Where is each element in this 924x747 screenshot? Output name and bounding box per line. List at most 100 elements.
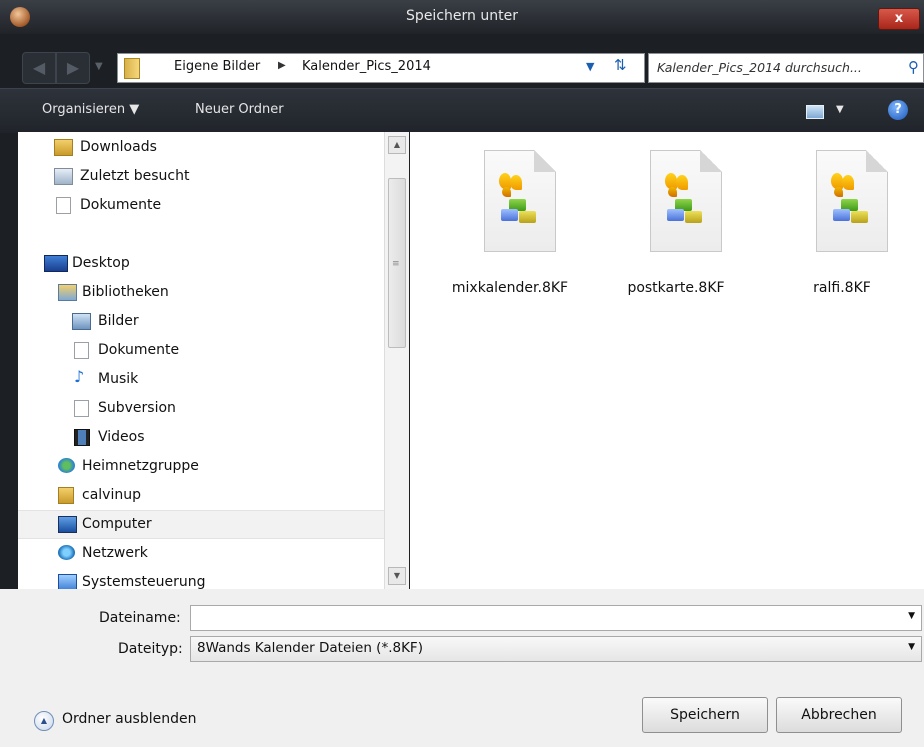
file-list-pane: mixkalender.8KF postkarte.8KF ralfi.8KF (410, 132, 924, 589)
navigation-pane: Downloads Zuletzt besucht Dokumente Desk… (18, 132, 384, 589)
8kf-file-icon (650, 150, 722, 252)
document-icon (74, 400, 89, 417)
chevron-down-icon: ▼ (129, 102, 140, 117)
command-toolbar: Organisieren ▼ Neuer Ordner ▼ ? (0, 88, 924, 133)
nav-item-subversion[interactable]: Subversion (18, 395, 384, 422)
nav-item-label: Dokumente (98, 342, 180, 358)
document-icon (56, 197, 71, 214)
user-folder-icon (58, 487, 74, 504)
nav-item-user[interactable]: calvinup (18, 482, 384, 509)
help-icon[interactable]: ? (888, 100, 908, 120)
organize-menu-button[interactable]: Organisieren ▼ (42, 102, 139, 117)
scrollbar-thumb[interactable]: ≡ (388, 178, 406, 348)
nav-item-desktop[interactable]: Desktop (18, 250, 384, 277)
downloads-icon (54, 139, 73, 156)
filetype-label: Dateityp: (118, 641, 183, 657)
nav-item-label: Dokumente (80, 197, 162, 213)
breadcrumb-kalender-pics[interactable]: Kalender_Pics_2014 (302, 59, 431, 74)
nav-item-documents[interactable]: Dokumente (18, 192, 384, 219)
butterfly-icon (499, 173, 523, 201)
brick-icon (685, 211, 702, 223)
organize-label: Organisieren (42, 102, 126, 117)
file-item[interactable]: postkarte.8KF (606, 150, 746, 300)
nav-item-label: Bibliotheken (82, 284, 169, 300)
title-bar: Speichern unter x (0, 0, 924, 34)
search-placeholder: Kalender_Pics_2014 durchsuch... (657, 60, 862, 75)
breadcrumb-separator-icon[interactable]: ▶ (278, 60, 286, 71)
address-bar[interactable]: Eigene Bilder ▶ Kalender_Pics_2014 ▼ ⇅ (117, 53, 645, 83)
save-options-panel: Dateiname: ▼ Dateityp: 8Wands Kalender D… (0, 589, 924, 747)
nav-item-network[interactable]: Netzwerk (18, 540, 384, 567)
window-title: Speichern unter (406, 8, 518, 24)
search-icon[interactable]: ⚲ (908, 58, 919, 76)
cancel-button[interactable]: Abbrechen (776, 697, 902, 733)
forward-button[interactable]: ▶ (56, 52, 90, 84)
nav-item-pictures[interactable]: Bilder (18, 308, 384, 335)
file-name: ralfi.8KF (813, 280, 871, 296)
nav-item-label: Videos (98, 429, 145, 445)
brick-icon (667, 209, 684, 221)
view-dropdown-icon[interactable]: ▼ (836, 104, 844, 115)
scroll-down-icon[interactable]: ▼ (388, 567, 406, 585)
breadcrumb-eigene-bilder[interactable]: Eigene Bilder (174, 59, 260, 74)
search-input[interactable]: Kalender_Pics_2014 durchsuch... ⚲ (648, 53, 924, 83)
filetype-select[interactable]: 8Wands Kalender Dateien (*.8KF) ▼ (190, 636, 922, 662)
chevron-down-icon[interactable]: ▼ (908, 611, 915, 621)
file-item[interactable]: ralfi.8KF (772, 150, 912, 300)
filetype-value: 8Wands Kalender Dateien (*.8KF) (197, 640, 423, 656)
nav-item-lib-documents[interactable]: Dokumente (18, 337, 384, 364)
filename-label: Dateiname: (99, 610, 181, 626)
save-button[interactable]: Speichern (642, 697, 768, 733)
filename-field[interactable]: ▼ (190, 605, 922, 631)
nav-item-label: Zuletzt besucht (80, 168, 190, 184)
address-row: ◀ ▶ ▼ Eigene Bilder ▶ Kalender_Pics_2014… (0, 34, 924, 88)
nav-item-recent[interactable]: Zuletzt besucht (18, 163, 384, 190)
nav-item-computer[interactable]: Computer (18, 510, 384, 539)
control-panel-icon (58, 574, 77, 589)
network-icon (58, 545, 75, 560)
brick-icon (833, 209, 850, 221)
nav-scrollbar[interactable]: ▲ ≡ ▼ (384, 132, 409, 589)
nav-item-homegroup[interactable]: Heimnetzgruppe (18, 453, 384, 480)
view-mode-icon[interactable] (806, 105, 824, 119)
collapse-up-icon[interactable]: ▲ (34, 711, 54, 731)
hide-folders-button[interactable]: Ordner ausblenden (62, 711, 197, 727)
file-item[interactable]: mixkalender.8KF (440, 150, 580, 300)
brick-icon (851, 211, 868, 223)
videos-icon (74, 429, 90, 446)
recent-locations-dropdown[interactable]: ▼ (95, 52, 109, 82)
nav-item-label: Netzwerk (82, 545, 148, 561)
nav-item-label: Bilder (98, 313, 139, 329)
nav-item-videos[interactable]: Videos (18, 424, 384, 451)
refresh-icon[interactable]: ⇅ (614, 56, 627, 74)
nav-item-label: Computer (82, 516, 152, 532)
file-name: mixkalender.8KF (451, 280, 569, 296)
save-as-dialog: Speichern unter x ◀ ▶ ▼ Eigene Bilder ▶ … (0, 0, 924, 747)
nav-item-label: Downloads (80, 139, 157, 155)
libraries-icon (58, 284, 77, 301)
butterfly-icon (831, 173, 855, 201)
new-folder-button[interactable]: Neuer Ordner (195, 102, 284, 117)
butterfly-icon (665, 173, 689, 201)
file-name: postkarte.8KF (627, 280, 725, 296)
nav-item-control-panel[interactable]: Systemsteuerung (18, 569, 384, 589)
8kf-file-icon (484, 150, 556, 252)
chevron-down-icon: ▼ (908, 642, 915, 652)
computer-icon (58, 516, 77, 533)
close-button[interactable]: x (878, 8, 920, 30)
music-icon: ♪ (74, 367, 85, 386)
folder-icon (124, 58, 140, 79)
homegroup-icon (58, 458, 75, 473)
scroll-up-icon[interactable]: ▲ (388, 136, 406, 154)
nav-item-downloads[interactable]: Downloads (18, 134, 384, 161)
back-button[interactable]: ◀ (22, 52, 56, 84)
pictures-icon (72, 313, 91, 330)
nav-item-label: Desktop (72, 255, 130, 271)
nav-item-label: Heimnetzgruppe (82, 458, 199, 474)
nav-item-music[interactable]: ♪ Musik (18, 366, 384, 393)
8kf-file-icon (816, 150, 888, 252)
grip-icon: ≡ (392, 259, 400, 269)
nav-item-label: calvinup (82, 487, 141, 503)
address-dropdown-icon[interactable]: ▼ (586, 60, 594, 73)
nav-item-libraries[interactable]: Bibliotheken (18, 279, 384, 306)
